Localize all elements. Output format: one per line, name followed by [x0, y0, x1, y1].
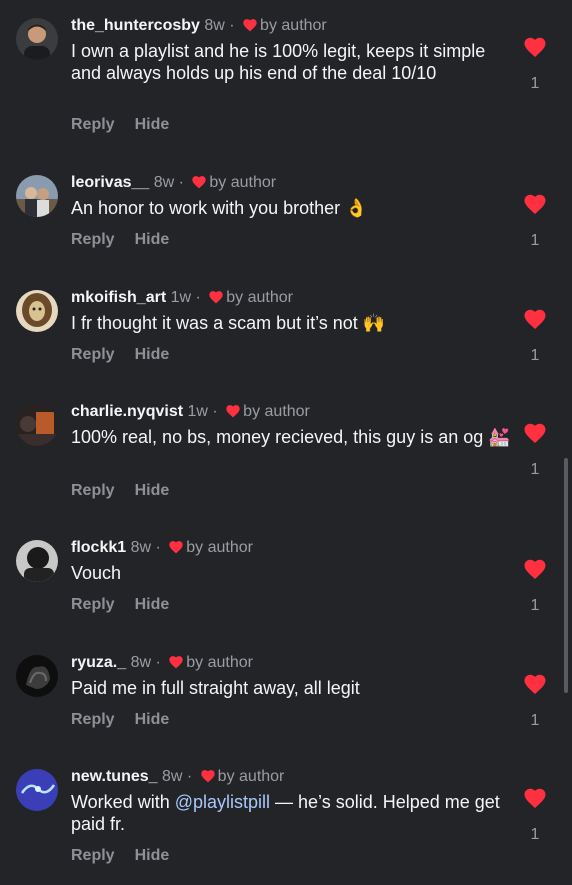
like-heart-icon[interactable]: [522, 193, 548, 220]
reply-button[interactable]: Reply: [71, 711, 115, 728]
comment-age: 8w: [162, 768, 183, 785]
by-author-label: by author: [226, 289, 293, 306]
comment-text: Worked with @playlistpill — he’s solid. …: [71, 791, 511, 835]
comment-meta: mkoifish_art 1w · by author: [71, 288, 511, 310]
comment-age: 8w: [204, 17, 225, 34]
like-count: 1: [530, 347, 540, 364]
comment-age: 8w: [153, 174, 175, 191]
reply-button[interactable]: Reply: [71, 231, 115, 248]
comment-text: Paid me in full straight away, all legit: [71, 678, 360, 698]
scrollbar[interactable]: [564, 458, 568, 693]
comment-meta: the_huntercosby 8w · by author: [71, 16, 511, 38]
comment-meta: flockk1 8w · by author: [71, 538, 511, 560]
comment-actions: Reply Hide: [71, 116, 189, 134]
avatar[interactable]: [16, 404, 58, 446]
comment-text: Vouch: [71, 563, 122, 583]
like-heart-icon[interactable]: [522, 673, 548, 700]
like-area: 1: [522, 308, 548, 365]
heart-icon: [168, 655, 184, 675]
comment-age: 1w: [187, 403, 208, 420]
like-count: 1: [530, 826, 540, 843]
username[interactable]: flockk1: [71, 539, 126, 556]
heart-icon: [225, 404, 241, 424]
heart-icon: [191, 175, 207, 195]
username[interactable]: mkoifish_art: [71, 289, 166, 306]
like-heart-icon[interactable]: [522, 308, 548, 335]
like-count: 1: [530, 232, 540, 249]
avatar[interactable]: [16, 175, 58, 217]
like-count: 1: [530, 712, 540, 729]
by-author-label: by author: [209, 174, 277, 191]
avatar[interactable]: [16, 540, 58, 582]
username[interactable]: charlie.nyqvist: [71, 403, 183, 420]
like-heart-icon[interactable]: [522, 36, 548, 63]
like-count: 1: [530, 597, 540, 614]
username[interactable]: ryuza._: [71, 654, 126, 671]
by-author-label: by author: [260, 17, 327, 34]
reply-button[interactable]: Reply: [71, 482, 115, 499]
reply-button[interactable]: Reply: [71, 596, 115, 613]
comment-text: I fr thought it was a scam but it’s not …: [71, 313, 386, 333]
comment-actions: Reply Hide: [71, 346, 189, 364]
comment-age: 1w: [170, 289, 192, 306]
like-area: 1: [522, 673, 548, 730]
like-heart-icon[interactable]: [522, 787, 548, 814]
comment-age: 8w: [130, 654, 152, 671]
comment-actions: Reply Hide: [71, 596, 189, 614]
comment-meta: charlie.nyqvist 1w · by author: [71, 402, 511, 424]
mention-link[interactable]: @playlistpill: [175, 792, 270, 812]
hide-button[interactable]: Hide: [135, 482, 170, 499]
comment-actions: Reply Hide: [71, 711, 189, 729]
hide-button[interactable]: Hide: [135, 231, 170, 248]
hide-button[interactable]: Hide: [135, 116, 170, 133]
hide-button[interactable]: Hide: [135, 847, 170, 864]
by-author-label: by author: [186, 539, 253, 556]
comment-text-start: Worked with: [71, 792, 175, 812]
like-area: 1: [522, 193, 548, 250]
like-count: 1: [530, 75, 540, 92]
comment-text: 100% real, no bs, money recieved, this g…: [71, 427, 511, 447]
comment-actions: Reply Hide: [71, 482, 189, 500]
comment-actions: Reply Hide: [71, 847, 189, 865]
comment-meta: ryuza._ 8w · by author: [71, 653, 511, 675]
comment-actions: Reply Hide: [71, 231, 189, 249]
avatar[interactable]: [16, 290, 58, 332]
like-heart-icon[interactable]: [522, 422, 548, 449]
like-area: 1: [522, 36, 548, 93]
comment-age: 8w: [130, 539, 152, 556]
username[interactable]: new.tunes_: [71, 768, 158, 785]
avatar[interactable]: [16, 18, 58, 60]
heart-icon: [168, 540, 184, 560]
by-author-label: by author: [217, 768, 285, 785]
hide-button[interactable]: Hide: [135, 346, 170, 363]
comment-text: An honor to work with you brother 👌: [71, 198, 368, 218]
username[interactable]: leorivas__: [71, 174, 149, 191]
like-area: 1: [522, 787, 548, 844]
reply-button[interactable]: Reply: [71, 116, 115, 133]
heart-icon: [208, 290, 224, 310]
comment-meta: leorivas__ 8w · by author: [71, 173, 511, 195]
avatar[interactable]: [16, 655, 58, 697]
comment-meta: new.tunes_ 8w · by author: [71, 767, 511, 789]
like-area: 1: [522, 558, 548, 615]
by-author-label: by author: [186, 654, 253, 671]
hide-button[interactable]: Hide: [135, 596, 170, 613]
like-area: 1: [522, 422, 548, 479]
heart-icon: [200, 769, 216, 789]
like-count: 1: [530, 461, 540, 478]
heart-icon: [242, 18, 258, 38]
username[interactable]: the_huntercosby: [71, 17, 200, 34]
reply-button[interactable]: Reply: [71, 346, 115, 363]
avatar[interactable]: [16, 769, 58, 811]
by-author-label: by author: [243, 403, 310, 420]
like-heart-icon[interactable]: [522, 558, 548, 585]
hide-button[interactable]: Hide: [135, 711, 170, 728]
comment-text: I own a playlist and he is 100% legit, k…: [71, 41, 486, 83]
reply-button[interactable]: Reply: [71, 847, 115, 864]
